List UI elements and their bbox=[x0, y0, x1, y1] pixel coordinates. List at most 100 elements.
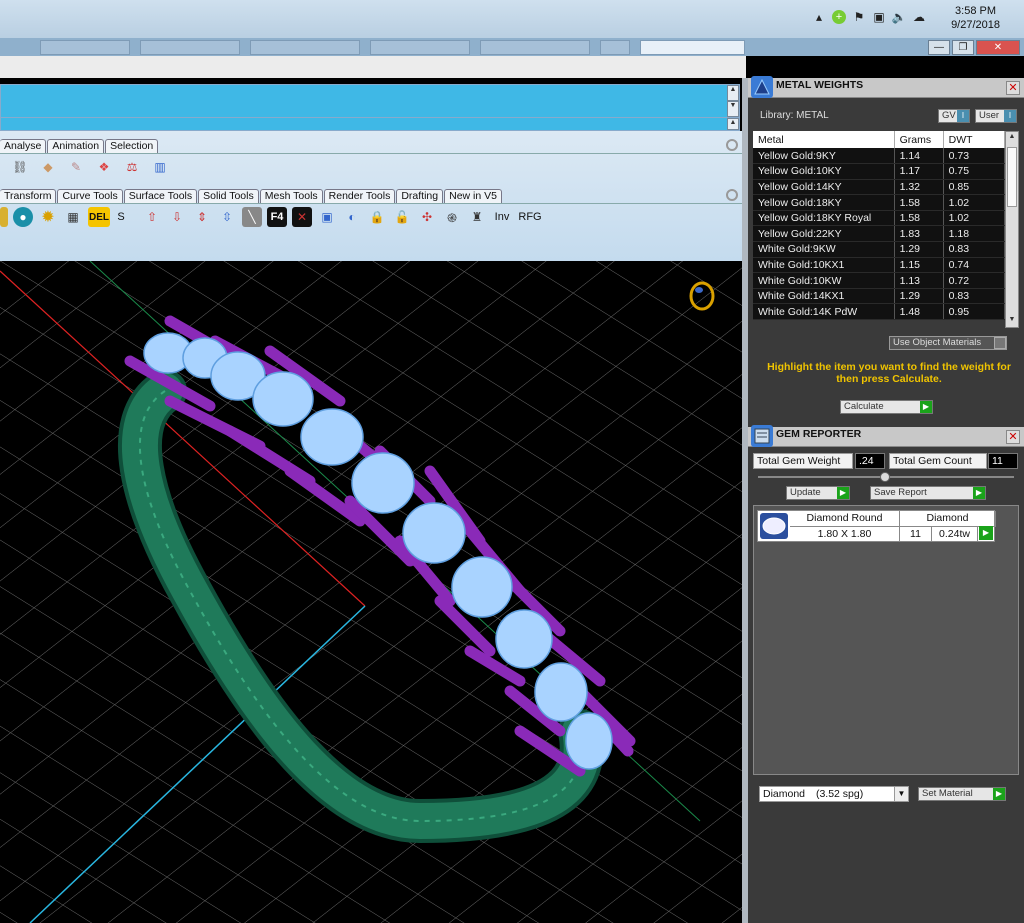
taskbar-window-tab[interactable] bbox=[480, 40, 590, 55]
gem-list-item[interactable]: Diamond Round Diamond 1.80 X 1.80 11 0.2… bbox=[757, 510, 996, 542]
tab-render-tools[interactable]: Render Tools bbox=[323, 189, 396, 203]
table-row[interactable]: Yellow Gold:18KY 1.58 1.02 bbox=[753, 194, 1006, 211]
table-scrollbar[interactable]: ▲ ▼ bbox=[1005, 131, 1019, 328]
gear-tool-icon[interactable]: ✹ bbox=[38, 207, 58, 227]
inv-label[interactable]: Inv bbox=[492, 207, 512, 227]
update-button[interactable]: Update ▶ bbox=[786, 486, 850, 500]
restore-button[interactable]: ❐ bbox=[952, 40, 974, 55]
flag-icon[interactable]: ⚑ bbox=[852, 10, 866, 24]
set-material-button[interactable]: Set Material ▶ bbox=[918, 787, 1006, 801]
gv-button[interactable]: GV I bbox=[938, 109, 970, 123]
f4-icon[interactable]: F4 bbox=[267, 207, 287, 227]
material-select[interactable]: Diamond (3.52 spg) ▼ bbox=[759, 786, 909, 802]
person-icon[interactable]: ♜ bbox=[467, 207, 487, 227]
arrow-split-icon[interactable]: ⇳ bbox=[217, 207, 237, 227]
scroll-down-button[interactable]: ▼ bbox=[727, 101, 739, 117]
unlock-icon[interactable]: 🔓 bbox=[392, 207, 412, 227]
cross-icon[interactable]: ✕ bbox=[292, 207, 312, 227]
close-icon[interactable]: ✕ bbox=[1006, 81, 1020, 95]
close-button[interactable]: ✕ bbox=[976, 40, 1020, 55]
command-input[interactable]: ▲ bbox=[0, 117, 740, 131]
taskbar-window-tab-active[interactable] bbox=[640, 40, 745, 55]
tag-icon[interactable]: ◆ bbox=[38, 157, 58, 177]
cloud-icon[interactable]: ☁ bbox=[912, 10, 926, 24]
slider-thumb[interactable] bbox=[880, 472, 890, 482]
table-row[interactable]: Yellow Gold:22KY 1.83 1.18 bbox=[753, 225, 1006, 243]
gem-list[interactable] bbox=[753, 505, 1019, 775]
tab-animation[interactable]: Animation bbox=[47, 139, 105, 153]
tab-analyse[interactable]: Analyse bbox=[0, 139, 47, 153]
chevron-up-icon[interactable]: ▴ bbox=[812, 10, 826, 24]
pencil-icon[interactable]: ✎ bbox=[66, 157, 86, 177]
viewport-canvas[interactable] bbox=[0, 261, 742, 923]
tab-curve-tools[interactable]: Curve Tools bbox=[57, 189, 123, 203]
table-row[interactable]: White Gold:9KW 1.29 0.83 bbox=[753, 241, 1006, 258]
close-icon[interactable]: ✕ bbox=[1006, 430, 1020, 444]
column-header-grams[interactable]: Grams bbox=[894, 131, 944, 148]
play-icon[interactable]: ▶ bbox=[979, 526, 993, 540]
table-row[interactable]: White Gold:14K PdW 1.48 0.95 bbox=[753, 303, 1006, 321]
table-row[interactable]: Yellow Gold:9KY 1.14 0.73 bbox=[753, 148, 1006, 165]
volume-icon[interactable]: 🔈 bbox=[892, 10, 907, 24]
column-header-metal[interactable]: Metal bbox=[753, 131, 895, 148]
ring-icon[interactable]: ◐ bbox=[342, 207, 362, 227]
taskbar-window-tab[interactable] bbox=[40, 40, 130, 55]
globe-icon[interactable]: ● bbox=[13, 207, 33, 227]
taskbar-window-tab[interactable] bbox=[600, 40, 630, 55]
slash-icon[interactable]: ╲ bbox=[242, 207, 262, 227]
scrollbar-thumb[interactable] bbox=[1007, 147, 1017, 207]
calculate-button[interactable]: Calculate ▶ bbox=[840, 400, 933, 414]
weight-icon[interactable]: ⚖ bbox=[122, 157, 142, 177]
rfg-label[interactable]: RFG bbox=[517, 207, 543, 227]
table-row[interactable]: Yellow Gold:18KY Royal 1.58 1.02 bbox=[753, 210, 1006, 227]
lock-icon[interactable]: 🔒 bbox=[367, 207, 387, 227]
use-object-materials-checkbox[interactable]: Use Object Materials bbox=[889, 336, 1007, 350]
tab-transform[interactable]: Transform bbox=[0, 189, 57, 203]
taskbar-window-tab[interactable] bbox=[370, 40, 470, 55]
taskbar-window-tab[interactable] bbox=[140, 40, 240, 55]
tab-drafting[interactable]: Drafting bbox=[396, 189, 444, 203]
minimize-button[interactable]: — bbox=[928, 40, 950, 55]
gear-icon[interactable] bbox=[726, 139, 738, 151]
scroll-up-button[interactable]: ▲ bbox=[727, 118, 739, 130]
user-button[interactable]: User I bbox=[975, 109, 1017, 123]
link-icon[interactable]: ⛓ bbox=[10, 157, 30, 177]
cube-icon[interactable] bbox=[0, 207, 8, 227]
tab-surface-tools[interactable]: Surface Tools bbox=[123, 189, 198, 203]
metal-weights-table[interactable]: Metal Grams DWT Yellow Gold:9KY 1.14 0.73 Y… bbox=[753, 131, 1006, 321]
tab-mesh-tools[interactable]: Mesh Tools bbox=[259, 189, 323, 203]
column-header-dwt[interactable]: DWT bbox=[943, 131, 1006, 148]
table-row[interactable]: Yellow Gold:14KY 1.32 0.85 bbox=[753, 179, 1006, 196]
table-row[interactable]: Yellow Gold:10KY 1.17 0.75 bbox=[753, 163, 1006, 180]
tab-new-in-v5[interactable]: New in V5 bbox=[444, 189, 502, 203]
tab-selection[interactable]: Selection bbox=[105, 139, 159, 153]
taskbar-window-tab[interactable] bbox=[250, 40, 360, 55]
axis-icon[interactable]: ✣ bbox=[417, 207, 437, 227]
del-icon[interactable]: DEL bbox=[88, 207, 110, 227]
toolbar-tabs-bottom: Transform Curve Tools Surface Tools Soli… bbox=[0, 189, 503, 203]
s-label[interactable]: S bbox=[115, 207, 127, 227]
chart-icon[interactable]: ▥ bbox=[150, 157, 170, 177]
save-report-button[interactable]: Save Report ▶ bbox=[870, 486, 986, 500]
scroll-up-icon[interactable]: ▲ bbox=[1007, 133, 1017, 143]
network-icon[interactable]: ▣ bbox=[872, 10, 886, 24]
table-row[interactable]: White Gold:14KX1 1.29 0.83 bbox=[753, 288, 1006, 305]
tab-solid-tools[interactable]: Solid Tools bbox=[198, 189, 259, 203]
fingerprint-icon[interactable]: ֎ bbox=[442, 207, 462, 227]
3d-viewport[interactable] bbox=[0, 261, 742, 923]
box-icon[interactable]: ▣ bbox=[317, 207, 337, 227]
render-icon[interactable]: ❖ bbox=[94, 157, 114, 177]
table-icon[interactable]: ▦ bbox=[63, 207, 83, 227]
command-history[interactable]: ▲ ▼ bbox=[0, 84, 740, 118]
chevron-down-icon[interactable]: ▼ bbox=[894, 787, 908, 801]
arrow-updown-icon[interactable]: ⇕ bbox=[192, 207, 212, 227]
arrow-down-icon[interactable]: ⇩ bbox=[167, 207, 187, 227]
gear-icon[interactable] bbox=[726, 189, 738, 201]
plus-badge-icon[interactable]: + bbox=[832, 10, 846, 24]
table-row[interactable]: White Gold:10KX1 1.15 0.74 bbox=[753, 257, 1006, 274]
table-row[interactable]: White Gold:10KW 1.13 0.72 bbox=[753, 272, 1006, 289]
scroll-down-icon[interactable]: ▼ bbox=[1007, 316, 1017, 326]
scroll-up-button[interactable]: ▲ bbox=[727, 85, 739, 101]
arrow-up-icon[interactable]: ⇧ bbox=[142, 207, 162, 227]
clock[interactable]: 3:58 PM 9/27/2018 bbox=[951, 4, 1000, 32]
